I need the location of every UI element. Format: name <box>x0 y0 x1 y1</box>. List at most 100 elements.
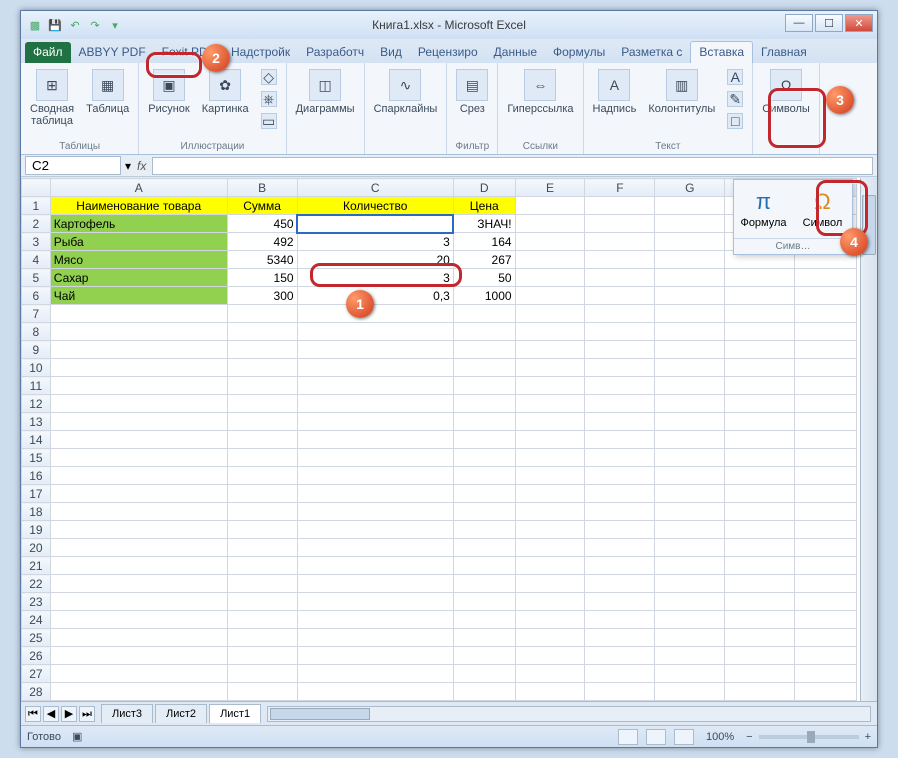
cell-I23[interactable] <box>795 593 857 611</box>
cell-G24[interactable] <box>655 611 725 629</box>
cell-D18[interactable] <box>453 503 515 521</box>
cell-C16[interactable] <box>297 467 453 485</box>
cell-C15[interactable] <box>297 449 453 467</box>
row-header-5[interactable]: 5 <box>22 269 51 287</box>
cell-E13[interactable] <box>515 413 585 431</box>
cell-H13[interactable] <box>725 413 795 431</box>
col-header-F[interactable]: F <box>585 179 655 197</box>
cell-E24[interactable] <box>515 611 585 629</box>
cell-F3[interactable] <box>585 233 655 251</box>
cell-C14[interactable] <box>297 431 453 449</box>
cell-G22[interactable] <box>655 575 725 593</box>
cell-D2[interactable]: ЗНАЧ! <box>453 215 515 233</box>
cell-F8[interactable] <box>585 323 655 341</box>
cell-D21[interactable] <box>453 557 515 575</box>
row-header-8[interactable]: 8 <box>22 323 51 341</box>
cell-A7[interactable] <box>50 305 227 323</box>
cell-G26[interactable] <box>655 647 725 665</box>
cell-C4[interactable]: 20 <box>297 251 453 269</box>
cell-C22[interactable] <box>297 575 453 593</box>
cell-E7[interactable] <box>515 305 585 323</box>
cell-D1[interactable]: Цена <box>453 197 515 215</box>
sheet-nav-prev[interactable]: ◀ <box>43 706 59 722</box>
cell-G16[interactable] <box>655 467 725 485</box>
cell-C19[interactable] <box>297 521 453 539</box>
ribbon-smartart[interactable]: ⎈ <box>258 89 280 109</box>
cell-E8[interactable] <box>515 323 585 341</box>
cell-D3[interactable]: 164 <box>453 233 515 251</box>
cell-F27[interactable] <box>585 665 655 683</box>
tab-данные[interactable]: Данные <box>486 42 545 63</box>
cell-D20[interactable] <box>453 539 515 557</box>
row-header-27[interactable]: 27 <box>22 665 51 683</box>
cell-D25[interactable] <box>453 629 515 647</box>
cell-I24[interactable] <box>795 611 857 629</box>
ribbon-charts[interactable]: ◫Диаграммы <box>293 67 358 117</box>
cell-C11[interactable] <box>297 377 453 395</box>
cell-D19[interactable] <box>453 521 515 539</box>
cell-C18[interactable] <box>297 503 453 521</box>
cell-G10[interactable] <box>655 359 725 377</box>
col-header-G[interactable]: G <box>655 179 725 197</box>
fx-icon[interactable]: fx <box>131 159 152 173</box>
cell-G6[interactable] <box>655 287 725 305</box>
ribbon-picture[interactable]: ▣Рисунок <box>145 67 193 117</box>
col-header-B[interactable]: B <box>227 179 297 197</box>
cell-B27[interactable] <box>227 665 297 683</box>
save-icon[interactable]: 💾 <box>47 17 63 33</box>
ribbon-textbox[interactable]: AНадпись <box>590 67 640 117</box>
row-header-17[interactable]: 17 <box>22 485 51 503</box>
cell-B22[interactable] <box>227 575 297 593</box>
cell-D11[interactable] <box>453 377 515 395</box>
cell-F14[interactable] <box>585 431 655 449</box>
cell-B4[interactable]: 5340 <box>227 251 297 269</box>
cell-C5[interactable]: 3 <box>297 269 453 287</box>
cell-F17[interactable] <box>585 485 655 503</box>
cell-A14[interactable] <box>50 431 227 449</box>
row-header-22[interactable]: 22 <box>22 575 51 593</box>
cell-A3[interactable]: Рыба <box>50 233 227 251</box>
select-all-corner[interactable] <box>22 179 51 197</box>
cell-C6[interactable]: 0,3 <box>297 287 453 305</box>
row-header-24[interactable]: 24 <box>22 611 51 629</box>
cell-D16[interactable] <box>453 467 515 485</box>
row-header-20[interactable]: 20 <box>22 539 51 557</box>
cell-B6[interactable]: 300 <box>227 287 297 305</box>
cell-F10[interactable] <box>585 359 655 377</box>
cell-B23[interactable] <box>227 593 297 611</box>
sheet-tab-Лист3[interactable]: Лист3 <box>101 704 153 723</box>
cell-G13[interactable] <box>655 413 725 431</box>
cell-G23[interactable] <box>655 593 725 611</box>
cell-F26[interactable] <box>585 647 655 665</box>
row-header-9[interactable]: 9 <box>22 341 51 359</box>
ribbon-wordart[interactable]: A <box>724 67 746 87</box>
row-header-2[interactable]: 2 <box>22 215 51 233</box>
cell-I13[interactable] <box>795 413 857 431</box>
sheet-tab-Лист1[interactable]: Лист1 <box>209 704 261 723</box>
cell-H16[interactable] <box>725 467 795 485</box>
cell-C20[interactable] <box>297 539 453 557</box>
cell-H11[interactable] <box>725 377 795 395</box>
cell-F28[interactable] <box>585 683 655 701</box>
cell-A10[interactable] <box>50 359 227 377</box>
cell-F7[interactable] <box>585 305 655 323</box>
cell-G8[interactable] <box>655 323 725 341</box>
horizontal-scrollbar[interactable] <box>267 706 871 722</box>
row-header-12[interactable]: 12 <box>22 395 51 413</box>
tab-надстройк[interactable]: Надстройк <box>223 42 298 63</box>
cell-C23[interactable] <box>297 593 453 611</box>
cell-H15[interactable] <box>725 449 795 467</box>
cell-H23[interactable] <box>725 593 795 611</box>
cell-G21[interactable] <box>655 557 725 575</box>
zoom-out-button[interactable]: − <box>746 731 752 743</box>
hscroll-thumb[interactable] <box>270 708 370 720</box>
cell-A24[interactable] <box>50 611 227 629</box>
cell-G4[interactable] <box>655 251 725 269</box>
cell-E22[interactable] <box>515 575 585 593</box>
tab-разработч[interactable]: Разработч <box>298 42 372 63</box>
redo-icon[interactable]: ↷ <box>87 17 103 33</box>
cell-D7[interactable] <box>453 305 515 323</box>
cell-F19[interactable] <box>585 521 655 539</box>
cell-I16[interactable] <box>795 467 857 485</box>
cell-G27[interactable] <box>655 665 725 683</box>
